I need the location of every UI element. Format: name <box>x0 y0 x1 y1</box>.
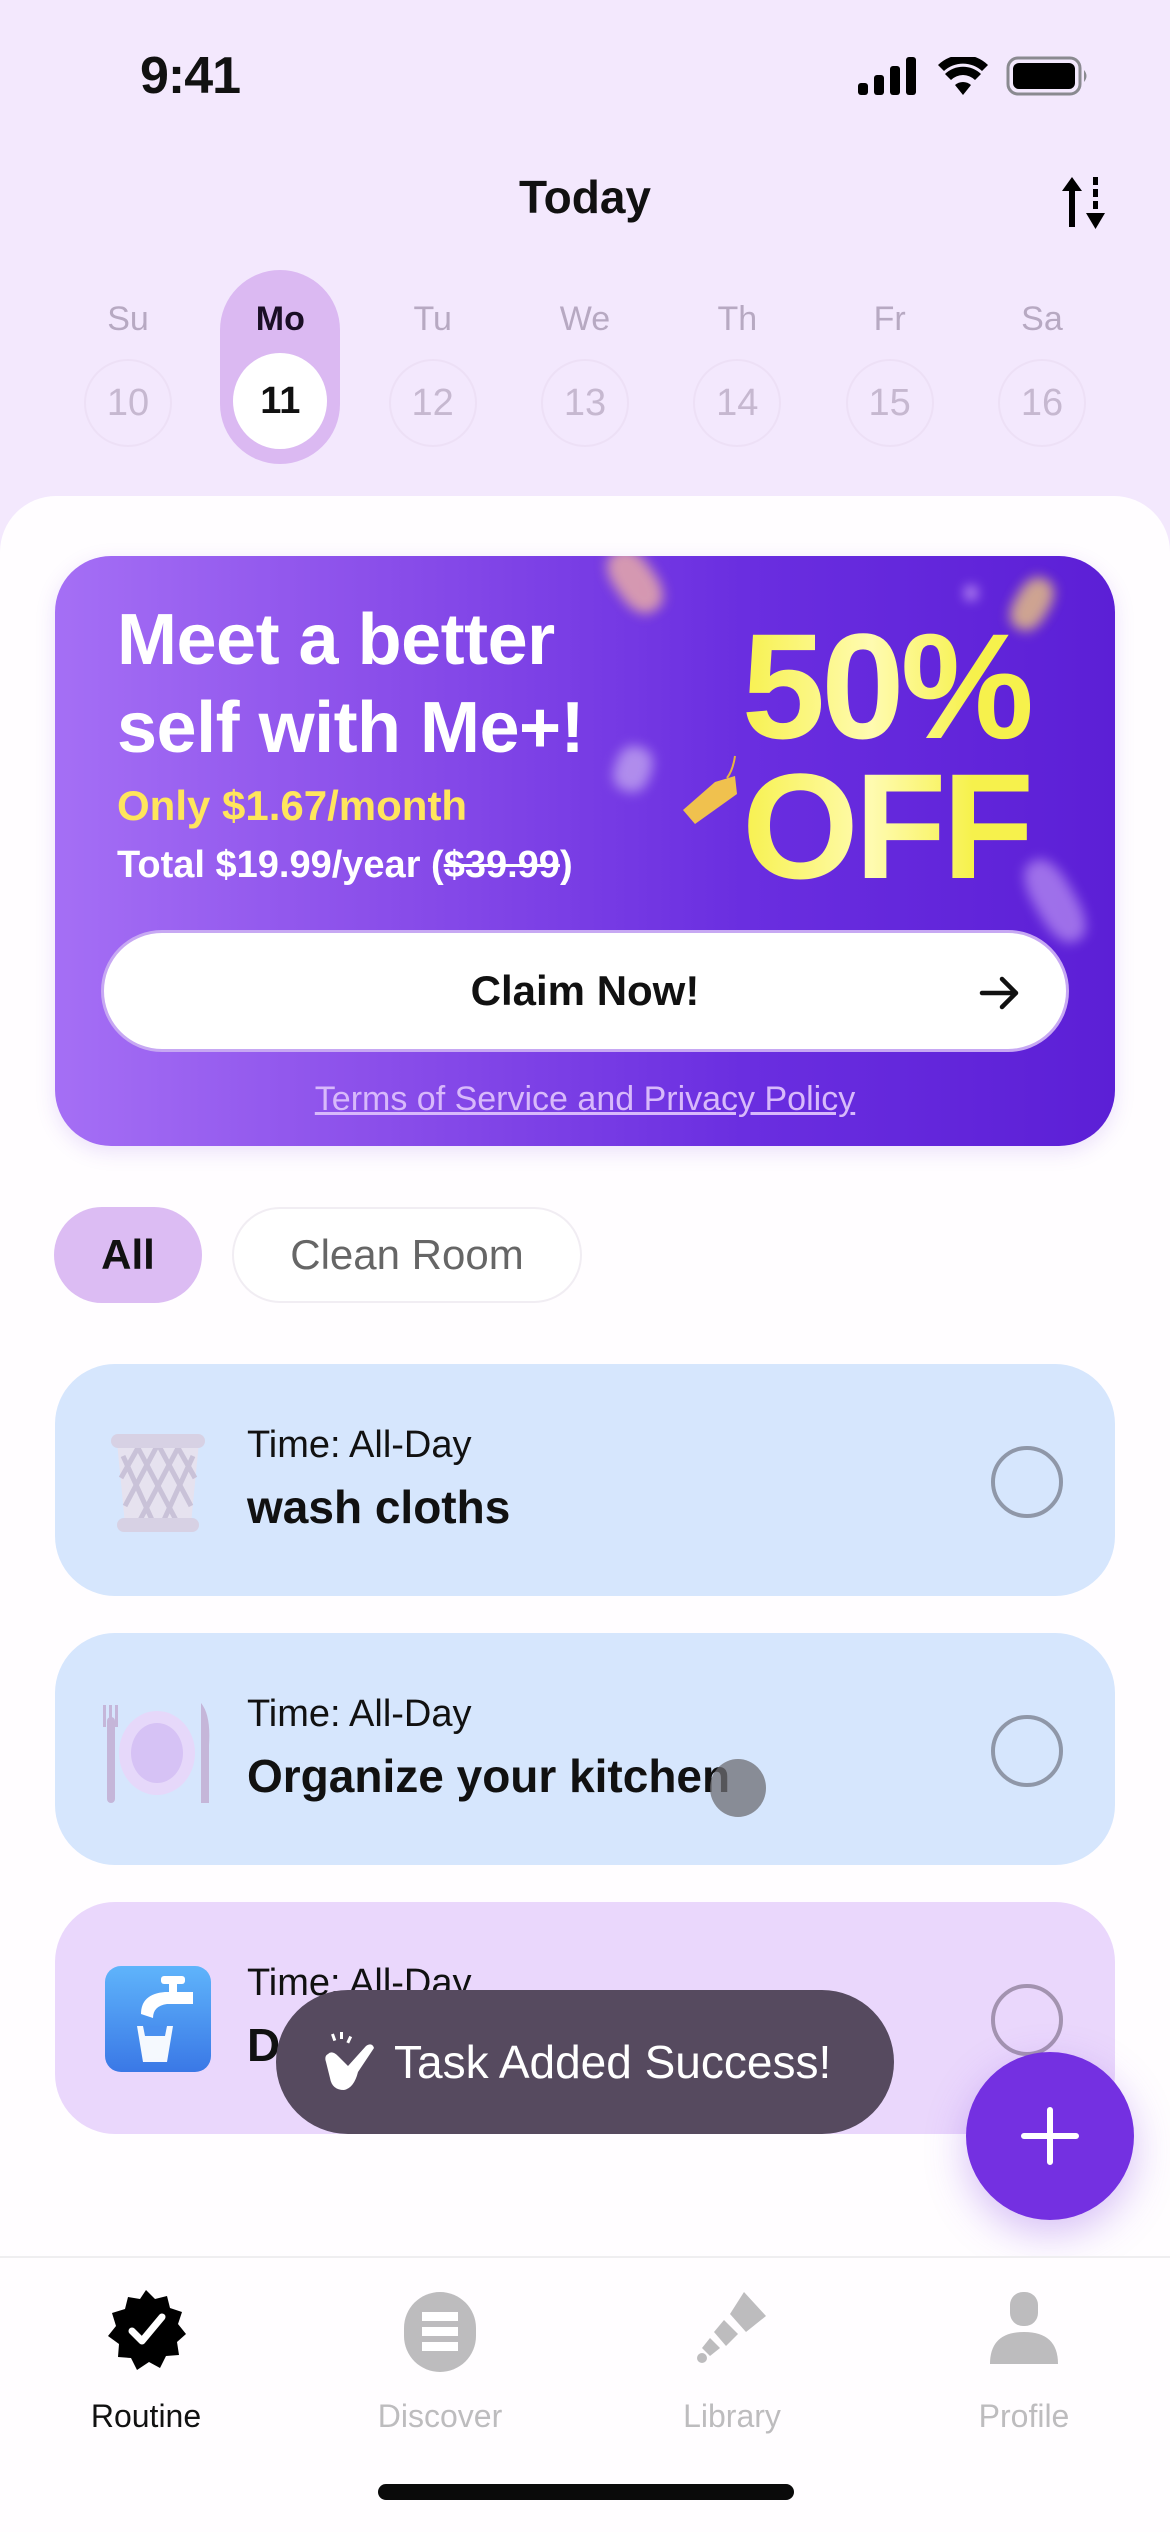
discover-list-icon <box>404 2292 476 2372</box>
wifi-icon <box>938 57 988 95</box>
day-name: Tu <box>413 300 452 338</box>
task-title: Organize your kitchen <box>247 1750 731 1802</box>
task-card[interactable]: Time: All-Day Organize your kitchen <box>55 1633 1115 1865</box>
promo-original-price: $39.99 <box>443 844 560 886</box>
toast-message: Task Added Success! <box>394 2036 832 2088</box>
laundry-basket-icon <box>111 1434 205 1532</box>
touch-indicator <box>710 1759 766 1817</box>
arrow-right-icon <box>979 976 1019 1010</box>
verified-badge-icon <box>108 2290 186 2370</box>
filter-chip-all[interactable]: All <box>54 1207 202 1303</box>
status-bar: 9:41 <box>0 0 1170 150</box>
promo-headline: Meet a better self with Me+! <box>117 596 677 772</box>
day-monday-selected[interactable]: Mo 11 <box>220 270 341 464</box>
page-title: Today <box>518 171 652 223</box>
task-card[interactable]: Time: All-Day wash cloths <box>55 1364 1115 1596</box>
filter-chip-clean-room[interactable]: Clean Room <box>232 1207 582 1303</box>
home-indicator[interactable] <box>378 2484 794 2500</box>
tab-label: Library <box>683 2398 781 2434</box>
snap-fingers-icon <box>325 2032 374 2090</box>
day-number: 12 <box>388 359 477 447</box>
task-time: Time: All-Day <box>247 1424 472 1466</box>
day-thursday[interactable]: Th 14 <box>677 270 797 464</box>
promo-total-price: Total $19.99/year ($39.99) <box>117 844 573 887</box>
promo-headline-line2: self with Me+! <box>117 688 585 768</box>
routine-screen: 9:41 Today Su 10 Mo 11 Tu 12 We 13 Th 14… <box>0 0 1170 2532</box>
day-name: Su <box>107 300 149 338</box>
add-task-button[interactable] <box>966 2052 1134 2220</box>
task-complete-checkbox[interactable] <box>991 1446 1063 1518</box>
week-selector: Su 10 Mo 11 Tu 12 We 13 Th 14 Fr 15 Sa 1… <box>68 270 1102 470</box>
person-icon <box>990 2292 1058 2364</box>
battery-icon <box>1006 56 1087 96</box>
day-name: Mo <box>255 300 305 338</box>
telescope-icon <box>697 2292 766 2363</box>
day-name: Th <box>717 300 758 338</box>
promo-discount: 50% OFF <box>742 616 1030 896</box>
promo-banner[interactable]: Meet a better self with Me+! Only $1.67/… <box>55 556 1115 1146</box>
tab-library[interactable]: Library <box>632 2288 832 2435</box>
tab-profile[interactable]: Profile <box>924 2288 1124 2435</box>
tab-label: Routine <box>90 2398 202 2434</box>
day-number: 13 <box>540 359 629 447</box>
day-friday[interactable]: Fr 15 <box>830 270 950 464</box>
day-number: 16 <box>997 359 1086 447</box>
confetti-decoration <box>965 586 977 600</box>
tab-routine[interactable]: Routine <box>46 2288 246 2435</box>
promo-headline-line1: Meet a better <box>117 600 555 680</box>
day-number: 10 <box>84 359 172 447</box>
day-name: Fr <box>873 300 906 338</box>
discount-percent: 50% <box>741 602 1030 770</box>
day-number: 14 <box>693 359 782 447</box>
category-filters: All Clean Room <box>54 1207 582 1303</box>
day-saturday[interactable]: Sa 16 <box>982 270 1102 464</box>
terms-privacy-link[interactable]: Terms of Service and Privacy Policy <box>55 1080 1115 1119</box>
day-number: 11 <box>233 353 328 449</box>
task-title: wash cloths <box>247 1481 511 1533</box>
promo-monthly-price: Only $1.67/month <box>117 782 468 829</box>
day-wednesday[interactable]: We 13 <box>525 270 645 464</box>
promo-total-prefix: Total $19.99/year ( <box>117 844 444 886</box>
tab-label: Discover <box>377 2398 503 2434</box>
task-complete-checkbox[interactable] <box>991 1984 1063 2056</box>
day-name: Sa <box>1021 300 1063 338</box>
status-icons <box>858 56 1090 96</box>
sort-arrows-icon <box>1062 177 1105 229</box>
day-sunday[interactable]: Su 10 <box>68 270 188 464</box>
price-tag-icon <box>683 755 737 824</box>
task-complete-checkbox[interactable] <box>991 1715 1063 1787</box>
sort-button[interactable] <box>1054 172 1114 232</box>
day-number: 15 <box>845 359 934 447</box>
day-tuesday[interactable]: Tu 12 <box>373 270 493 464</box>
cellular-signal-icon <box>858 57 916 95</box>
toast-notification: Task Added Success! <box>276 1990 894 2134</box>
task-time: Time: All-Day <box>247 1693 472 1735</box>
promo-total-suffix: ) <box>559 844 573 886</box>
claim-now-label: Claim Now! <box>470 967 700 1014</box>
plus-icon <box>1021 2107 1079 2165</box>
discount-off: OFF <box>742 742 1030 910</box>
status-time: 9:41 <box>140 47 241 105</box>
water-tap-icon <box>105 1966 211 2072</box>
tab-discover[interactable]: Discover <box>340 2288 540 2435</box>
claim-now-button[interactable]: Claim Now! <box>101 930 1069 1052</box>
day-name: We <box>559 300 611 338</box>
plate-cutlery-icon <box>103 1703 210 1803</box>
tab-label: Profile <box>978 2398 1070 2434</box>
